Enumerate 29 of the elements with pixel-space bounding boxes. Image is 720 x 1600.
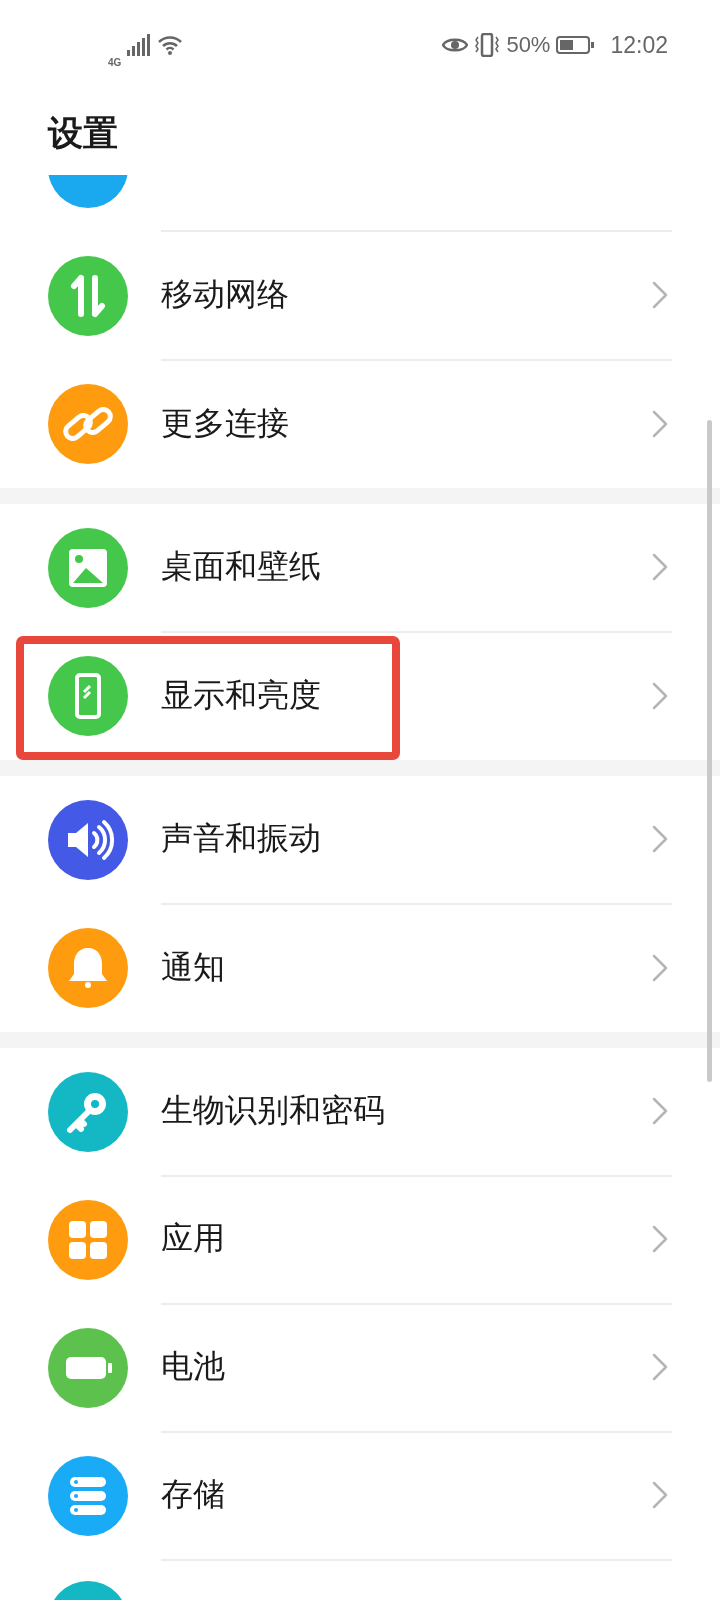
chevron-right-icon	[652, 1097, 668, 1125]
chevron-right-icon	[652, 682, 668, 710]
chevron-right-icon	[652, 825, 668, 853]
battery-icon	[556, 35, 595, 55]
settings-item[interactable]: 电池	[0, 1304, 720, 1432]
chevron-right-icon	[652, 281, 668, 309]
settings-item[interactable]: 通知	[0, 904, 720, 1032]
chevron-right-icon	[652, 410, 668, 438]
settings-item[interactable]: 声音和振动	[0, 776, 720, 904]
settings-item[interactable]: 桌面和壁纸	[0, 504, 720, 632]
wifi-icon	[157, 34, 184, 56]
settings-item[interactable]: 显示和亮度	[0, 632, 720, 760]
chevron-right-icon	[652, 1225, 668, 1253]
settings-item[interactable]: 存储	[0, 1432, 720, 1560]
battery-percent: 50%	[506, 32, 551, 58]
vibrate-icon	[474, 33, 501, 57]
signal-icon	[127, 34, 152, 56]
settings-item[interactable]: 生物识别和密码	[0, 1048, 720, 1176]
clock: 12:02	[610, 31, 668, 59]
eye-icon	[442, 36, 469, 54]
page-title: 设置	[46, 112, 119, 155]
settings-item[interactable]: 更多连接	[0, 360, 720, 488]
chevron-right-icon	[652, 1353, 668, 1381]
chevron-right-icon	[652, 1481, 668, 1509]
settings-item[interactable]: 移动网络	[0, 232, 720, 360]
chevron-right-icon	[652, 954, 668, 982]
settings-item[interactable]: 应用	[0, 1176, 720, 1304]
chevron-right-icon	[652, 553, 668, 581]
network-type: 4G	[108, 56, 122, 68]
